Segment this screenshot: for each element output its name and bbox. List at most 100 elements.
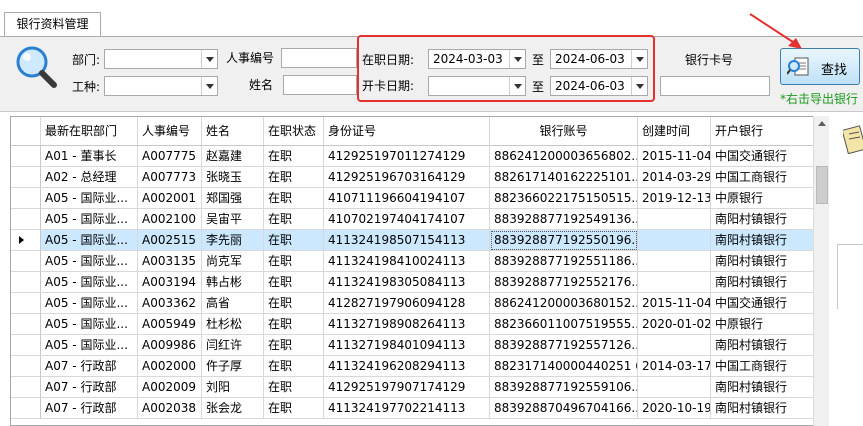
table-cell[interactable]: 赵嘉建: [202, 146, 264, 167]
table-cell[interactable]: 2014-03-29: [638, 167, 711, 188]
table-cell[interactable]: 在职: [264, 398, 324, 419]
table-cell[interactable]: A02 - 总经理: [41, 167, 138, 188]
table-cell[interactable]: 在职: [264, 209, 324, 230]
table-cell[interactable]: [638, 377, 711, 398]
scroll-thumb[interactable]: [816, 166, 828, 204]
table-cell[interactable]: 883928877192559106...: [490, 377, 638, 398]
table-cell[interactable]: A05 - 国际业...: [41, 188, 138, 209]
table-cell[interactable]: A05 - 国际业...: [41, 335, 138, 356]
table-row[interactable]: A02 - 总经理 A007773 张晓玉 在职 412925196703164129 8…: [11, 167, 816, 188]
table-cell[interactable]: 412925197907174129: [324, 377, 490, 398]
row-header[interactable]: [11, 167, 41, 188]
column-header[interactable]: 最新在职部门: [41, 117, 138, 145]
chevron-down-icon[interactable]: [631, 50, 647, 68]
table-cell[interactable]: A05 - 国际业...: [41, 230, 138, 251]
table-cell[interactable]: 张晓玉: [202, 167, 264, 188]
table-cell[interactable]: A002000: [138, 356, 202, 377]
table-cell[interactable]: 411327198401094113: [324, 335, 490, 356]
table-row[interactable]: A05 - 国际业... A002001 郑国强 在职 4107111966041941…: [11, 188, 816, 209]
row-header[interactable]: [11, 209, 41, 230]
hire-date-to[interactable]: 2024-06-03: [550, 49, 648, 69]
table-row[interactable]: A05 - 国际业... A005949 杜杉松 在职 4113271989082641…: [11, 314, 816, 335]
table-cell[interactable]: 南阳村镇银行: [711, 335, 816, 356]
chevron-down-icon[interactable]: [509, 77, 525, 95]
table-cell[interactable]: A05 - 国际业...: [41, 314, 138, 335]
row-header[interactable]: [11, 314, 41, 335]
table-cell[interactable]: A002100: [138, 209, 202, 230]
table-cell[interactable]: 2020-01-02: [638, 314, 711, 335]
table-cell[interactable]: A05 - 国际业...: [41, 209, 138, 230]
table-cell[interactable]: A003362: [138, 293, 202, 314]
table-cell[interactable]: 410702197404174107: [324, 209, 490, 230]
card-no-input[interactable]: [660, 76, 770, 96]
table-cell[interactable]: 李先丽: [202, 230, 264, 251]
table-row[interactable]: A05 - 国际业... A003194 韩占彬 在职 4113241983050841…: [11, 272, 816, 293]
table-cell[interactable]: 张会龙: [202, 398, 264, 419]
row-header[interactable]: [11, 146, 41, 167]
table-cell[interactable]: 韩占彬: [202, 272, 264, 293]
table-cell[interactable]: A05 - 国际业...: [41, 272, 138, 293]
table-cell[interactable]: 郑国强: [202, 188, 264, 209]
table-cell[interactable]: 在职: [264, 356, 324, 377]
table-cell[interactable]: 883928877192557126...: [490, 335, 638, 356]
table-cell[interactable]: 886241200003680152...: [490, 293, 638, 314]
chevron-down-icon[interactable]: [631, 77, 647, 95]
table-cell[interactable]: 中原银行: [711, 314, 816, 335]
table-cell[interactable]: 2015-11-04: [638, 293, 711, 314]
table-cell[interactable]: 411324198410024113: [324, 251, 490, 272]
table-cell[interactable]: 在职: [264, 167, 324, 188]
table-cell[interactable]: [638, 251, 711, 272]
current-row-indicator[interactable]: [11, 230, 41, 251]
table-cell[interactable]: 南阳村镇银行: [711, 272, 816, 293]
table-cell[interactable]: 在职: [264, 251, 324, 272]
hire-date-from[interactable]: 2024-03-03: [428, 49, 526, 69]
table-cell[interactable]: [638, 335, 711, 356]
table-cell[interactable]: A003194: [138, 272, 202, 293]
chevron-down-icon[interactable]: [509, 50, 525, 68]
table-cell[interactable]: 2015-11-04: [638, 146, 711, 167]
table-cell[interactable]: 2019-12-13: [638, 188, 711, 209]
table-cell[interactable]: 刘阳: [202, 377, 264, 398]
table-cell[interactable]: 在职: [264, 272, 324, 293]
row-header[interactable]: [11, 251, 41, 272]
row-header[interactable]: [11, 293, 41, 314]
table-cell[interactable]: 410711196604194107: [324, 188, 490, 209]
row-header[interactable]: [11, 272, 41, 293]
card-date-to[interactable]: 2024-06-03: [550, 76, 648, 96]
table-cell[interactable]: A002038: [138, 398, 202, 419]
table-cell[interactable]: A05 - 国际业...: [41, 293, 138, 314]
table-cell[interactable]: 411324197702214113: [324, 398, 490, 419]
column-header[interactable]: 人事编号: [138, 117, 202, 145]
row-header[interactable]: [11, 188, 41, 209]
table-cell[interactable]: 吴宙平: [202, 209, 264, 230]
tab-bank-info[interactable]: 银行资料管理: [4, 12, 101, 36]
table-cell[interactable]: 在职: [264, 230, 324, 251]
emp-no-input[interactable]: [281, 48, 357, 68]
table-cell[interactable]: 886241200003656802...: [490, 146, 638, 167]
column-header[interactable]: 身份证号: [324, 117, 490, 145]
table-row[interactable]: A05 - 国际业... A003362 高省 在职 41282719790609412…: [11, 293, 816, 314]
table-row[interactable]: A07 - 行政部 A002009 刘阳 在职 412925197907174129 88…: [11, 377, 816, 398]
table-cell[interactable]: 南阳村镇银行: [711, 398, 816, 419]
table-cell[interactable]: 南阳村镇银行: [711, 209, 816, 230]
table-cell[interactable]: 412925197011274129: [324, 146, 490, 167]
vertical-scrollbar[interactable]: [813, 116, 829, 426]
table-cell[interactable]: 中国工商银行: [711, 356, 816, 377]
dept-combo[interactable]: [104, 49, 218, 69]
table-row[interactable]: A07 - 行政部 A002000 仵子厚 在职 411324196208294113 8…: [11, 356, 816, 377]
table-cell[interactable]: 在职: [264, 314, 324, 335]
table-cell[interactable]: A002009: [138, 377, 202, 398]
table-cell[interactable]: A07 - 行政部: [41, 398, 138, 419]
table-cell[interactable]: 南阳村镇银行: [711, 377, 816, 398]
card-date-from[interactable]: [428, 76, 526, 96]
table-cell[interactable]: A009986: [138, 335, 202, 356]
table-cell[interactable]: 411327198908264113: [324, 314, 490, 335]
column-header[interactable]: 创建时间: [638, 117, 711, 145]
table-cell[interactable]: 闫红许: [202, 335, 264, 356]
table-cell[interactable]: 在职: [264, 146, 324, 167]
table-cell[interactable]: A07 - 行政部: [41, 356, 138, 377]
table-cell[interactable]: 在职: [264, 188, 324, 209]
table-cell[interactable]: 中原银行: [711, 188, 816, 209]
table-cell[interactable]: [638, 209, 711, 230]
table-cell[interactable]: 883928877192552176...: [490, 272, 638, 293]
